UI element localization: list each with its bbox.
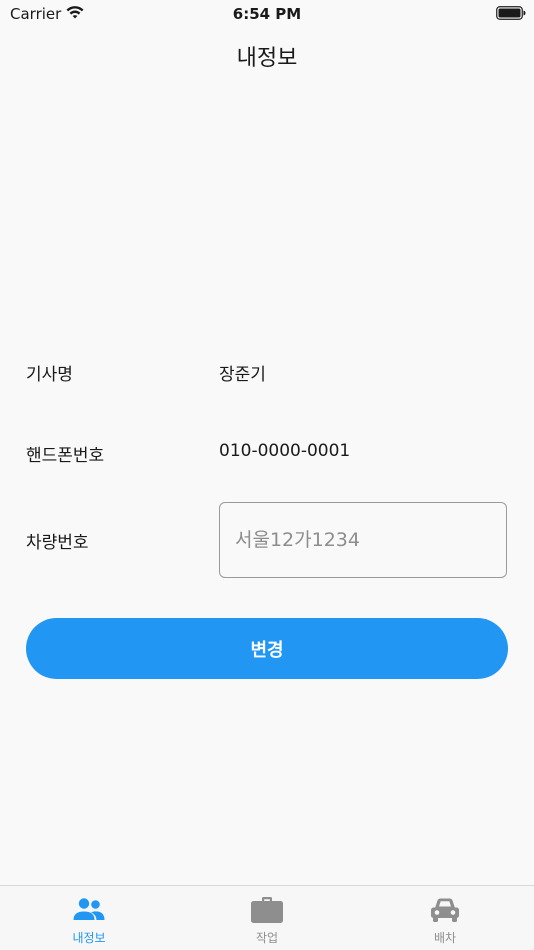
driver-name-value: 장준기 bbox=[219, 365, 266, 385]
people-icon bbox=[73, 898, 105, 920]
tab-my-info[interactable]: 내정보 bbox=[0, 886, 178, 950]
status-bar: Carrier 6:54 PM bbox=[0, 0, 534, 28]
battery-icon bbox=[496, 6, 526, 20]
briefcase-icon bbox=[251, 897, 283, 923]
tab-label: 내정보 bbox=[72, 931, 106, 945]
tab-bar: 내정보 작업 배차 bbox=[0, 885, 534, 950]
plate-label: 차량번호 bbox=[26, 533, 89, 553]
plate-number-input[interactable] bbox=[219, 502, 507, 578]
tab-work[interactable]: 작업 bbox=[178, 886, 356, 950]
phone-label: 핸드폰번호 bbox=[26, 446, 105, 466]
driver-name-label: 기사명 bbox=[26, 365, 73, 385]
change-button[interactable]: 변경 bbox=[26, 618, 508, 679]
screen: Carrier 6:54 PM 내정보 기사명 장준기 핸드폰번호 010-00… bbox=[0, 0, 534, 950]
phone-value: 010-0000-0001 bbox=[219, 441, 351, 461]
page-title: 내정보 bbox=[236, 46, 298, 71]
tab-label: 작업 bbox=[255, 931, 279, 945]
tab-dispatch[interactable]: 배차 bbox=[356, 886, 534, 950]
tab-label: 배차 bbox=[433, 931, 457, 945]
clock: 6:54 PM bbox=[232, 5, 302, 23]
car-icon bbox=[431, 898, 459, 922]
